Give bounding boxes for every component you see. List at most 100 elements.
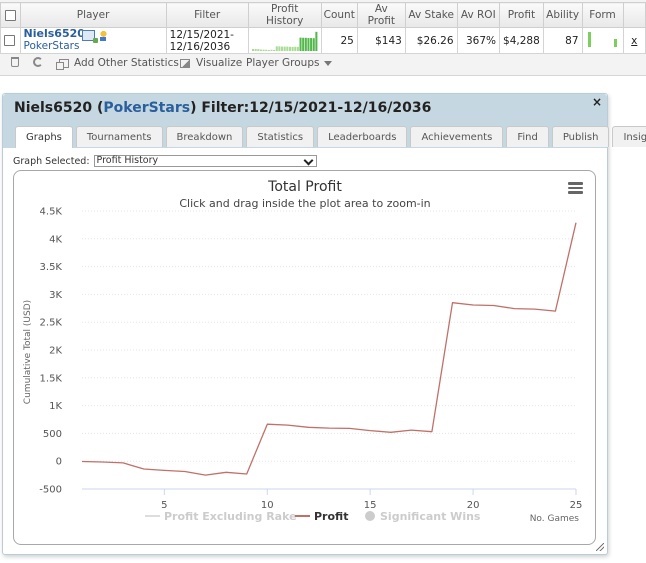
sparkline-bar [254,48,257,51]
profit-history-sparkline [251,31,318,51]
series-line-profit[interactable] [81,222,577,476]
sparkline-bar [280,46,283,51]
select-all-header[interactable] [0,2,21,28]
data-point[interactable] [286,423,290,427]
data-point[interactable] [121,461,125,465]
data-point[interactable] [162,468,166,472]
refresh-button[interactable] [33,57,43,67]
profit-chart[interactable]: Total Profit Click and drag inside the pl… [14,171,597,546]
close-icon[interactable]: × [592,95,602,109]
column-header-filter[interactable]: Filter [165,2,249,28]
data-point[interactable] [368,429,372,433]
visualize-label: Visualize [196,57,243,69]
data-point[interactable] [101,460,105,464]
y-tick-label: 2.5K [40,318,63,329]
column-header-av-stake[interactable]: Av Stake [404,2,458,28]
tab-tournaments[interactable]: Tournaments [75,126,163,147]
sparkline-bar [296,46,299,51]
data-point[interactable] [471,303,475,307]
panel-title-site: PokerStars [103,100,191,116]
x-axis-title: No. Games [530,514,580,524]
profit-history-cell [247,27,322,54]
tab-find[interactable]: Find [506,126,549,147]
sparkline-bar [309,37,312,51]
player-cell: Niels6520 PokerStars [19,27,167,54]
player-groups-dropdown[interactable]: Player Groups [246,57,333,69]
sparkline-bar [262,49,265,51]
data-point[interactable] [451,301,455,305]
data-point[interactable] [224,470,228,474]
filter-date-end: 12/16/2036 [169,40,231,53]
data-point[interactable] [265,422,269,426]
sparkline-bar [293,46,296,51]
select-all-checkbox[interactable] [4,9,16,21]
column-header-av-profit[interactable]: Av Profit [356,2,406,28]
trash-icon [11,57,19,67]
y-tick-label: 4.5K [40,207,63,218]
column-header-player[interactable]: Player [19,2,167,28]
tab-breakdown[interactable]: Breakdown [165,126,244,147]
column-header-av-roi[interactable]: Av ROI [456,2,501,28]
tab-insights[interactable]: Insights [612,126,646,147]
tab-publish[interactable]: Publish [551,126,610,147]
count-cell: 25 [320,27,358,54]
data-point[interactable] [430,430,434,434]
visualize-button[interactable]: Visualize [180,57,242,69]
tab-graphs[interactable]: Graphs [15,126,73,148]
column-header-profit-history[interactable]: Profit History [247,2,322,28]
tab-achievements[interactable]: Achievements [410,126,504,147]
image-icon [180,58,190,68]
hamburger-menu-icon[interactable] [568,182,583,194]
data-point[interactable] [142,467,146,471]
data-point[interactable] [553,309,557,313]
add-stats-icon [56,58,69,70]
remove-row-link[interactable]: x [622,27,646,54]
data-point[interactable] [574,221,578,225]
tab-leaderboards[interactable]: Leaderboards [317,126,408,147]
data-point[interactable] [306,425,310,429]
add-statistics-button[interactable]: Add Other Statistics [56,57,179,70]
resize-handle-icon[interactable] [596,543,604,551]
column-header-count[interactable]: Count [320,2,358,28]
av-roi-cell: 367% [456,27,501,54]
y-tick-label: 500 [43,429,62,440]
stats-table-area: Player Filter Profit History Count Av Pr… [0,0,646,76]
chart-container[interactable]: Total Profit Click and drag inside the pl… [13,170,596,545]
row-select-cell[interactable] [0,27,21,54]
y-tick-label: 3K [49,290,62,301]
legend-label: Profit [314,510,348,523]
sparkline-bar [256,48,259,51]
legend-item-profit[interactable]: Profit [295,510,348,523]
column-header-form[interactable]: Form [581,2,624,28]
column-header-ability[interactable]: Ability [542,2,583,28]
player-card-icon[interactable] [81,30,98,43]
data-point[interactable] [512,307,516,311]
sparkline-bar [291,46,294,51]
column-header-profit[interactable]: Profit [499,2,544,28]
graph-select-dropdown[interactable]: Profit History [93,155,317,167]
legend-item-significant-wins[interactable]: Significant Wins [365,510,481,523]
legend-item-profit-excluding-rake[interactable]: Profit Excluding Rake [145,510,297,523]
data-point[interactable] [80,459,84,463]
delete-button[interactable] [11,57,19,67]
y-tick-label: 2K [49,346,62,357]
y-tick-label: 0 [56,457,62,468]
data-point[interactable] [533,307,537,311]
data-point[interactable] [409,428,413,432]
graph-select-label: Graph Selected: [13,155,90,167]
data-point[interactable] [204,473,208,477]
sparkline-bar [285,46,289,51]
row-checkbox[interactable] [4,35,15,46]
data-point[interactable] [183,469,187,473]
sparkline-bar [270,49,273,51]
data-point[interactable] [492,304,496,308]
data-point[interactable] [327,426,331,430]
ability-cell: 87 [542,27,583,54]
y-tick-label: -500 [39,485,62,496]
data-point[interactable] [245,472,249,476]
data-point[interactable] [389,430,393,434]
data-point[interactable] [348,426,352,430]
av-profit-cell: $143 [356,27,406,54]
tab-statistics[interactable]: Statistics [246,126,315,147]
y-tick-label: 4K [49,234,62,245]
